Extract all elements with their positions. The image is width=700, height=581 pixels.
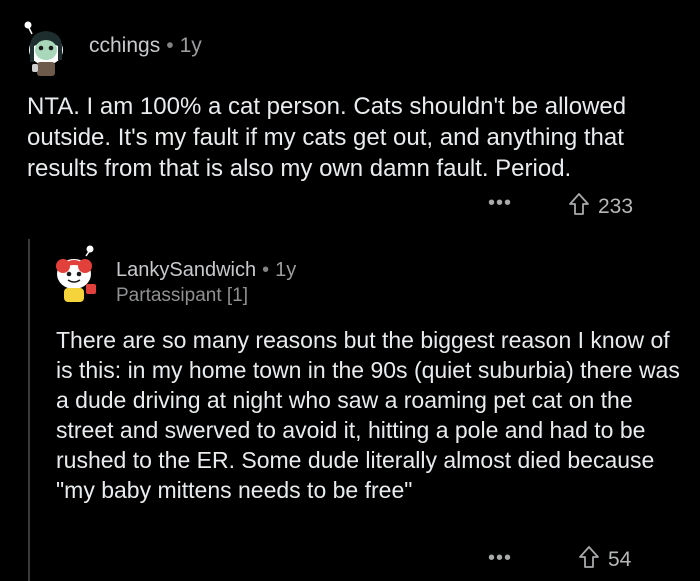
comment-body: There are so many reasons but the bigges… [56, 327, 680, 503]
vote-count: 54 [608, 547, 632, 571]
upvote-button[interactable]: 233 [568, 192, 633, 221]
comment-meta: cchings • 1y [89, 34, 202, 58]
comment-age: 1y [179, 34, 202, 57]
thread-line[interactable] [28, 239, 30, 581]
separator-dot: • [262, 259, 270, 281]
avatar[interactable] [48, 244, 104, 306]
upvote-arrow-icon [568, 192, 590, 221]
separator-dot: • [166, 34, 174, 57]
username[interactable]: LankySandwich [116, 259, 256, 281]
username[interactable]: cchings [89, 34, 160, 57]
vote-count: 233 [598, 194, 634, 218]
comment-age: 1y [275, 259, 297, 281]
comment-actions: ••• 233 [0, 190, 700, 220]
more-options-button[interactable]: ••• [488, 547, 512, 570]
comment-meta: LankySandwich • 1y [116, 259, 296, 282]
avatar[interactable] [18, 20, 72, 78]
upvote-arrow-icon [578, 545, 600, 574]
comment-body: NTA. I am 100% a cat person. Cats should… [27, 93, 627, 182]
more-options-button[interactable]: ••• [488, 192, 512, 215]
upvote-button[interactable]: 54 [578, 545, 631, 574]
user-flair: Partassipant [1] [116, 285, 249, 306]
